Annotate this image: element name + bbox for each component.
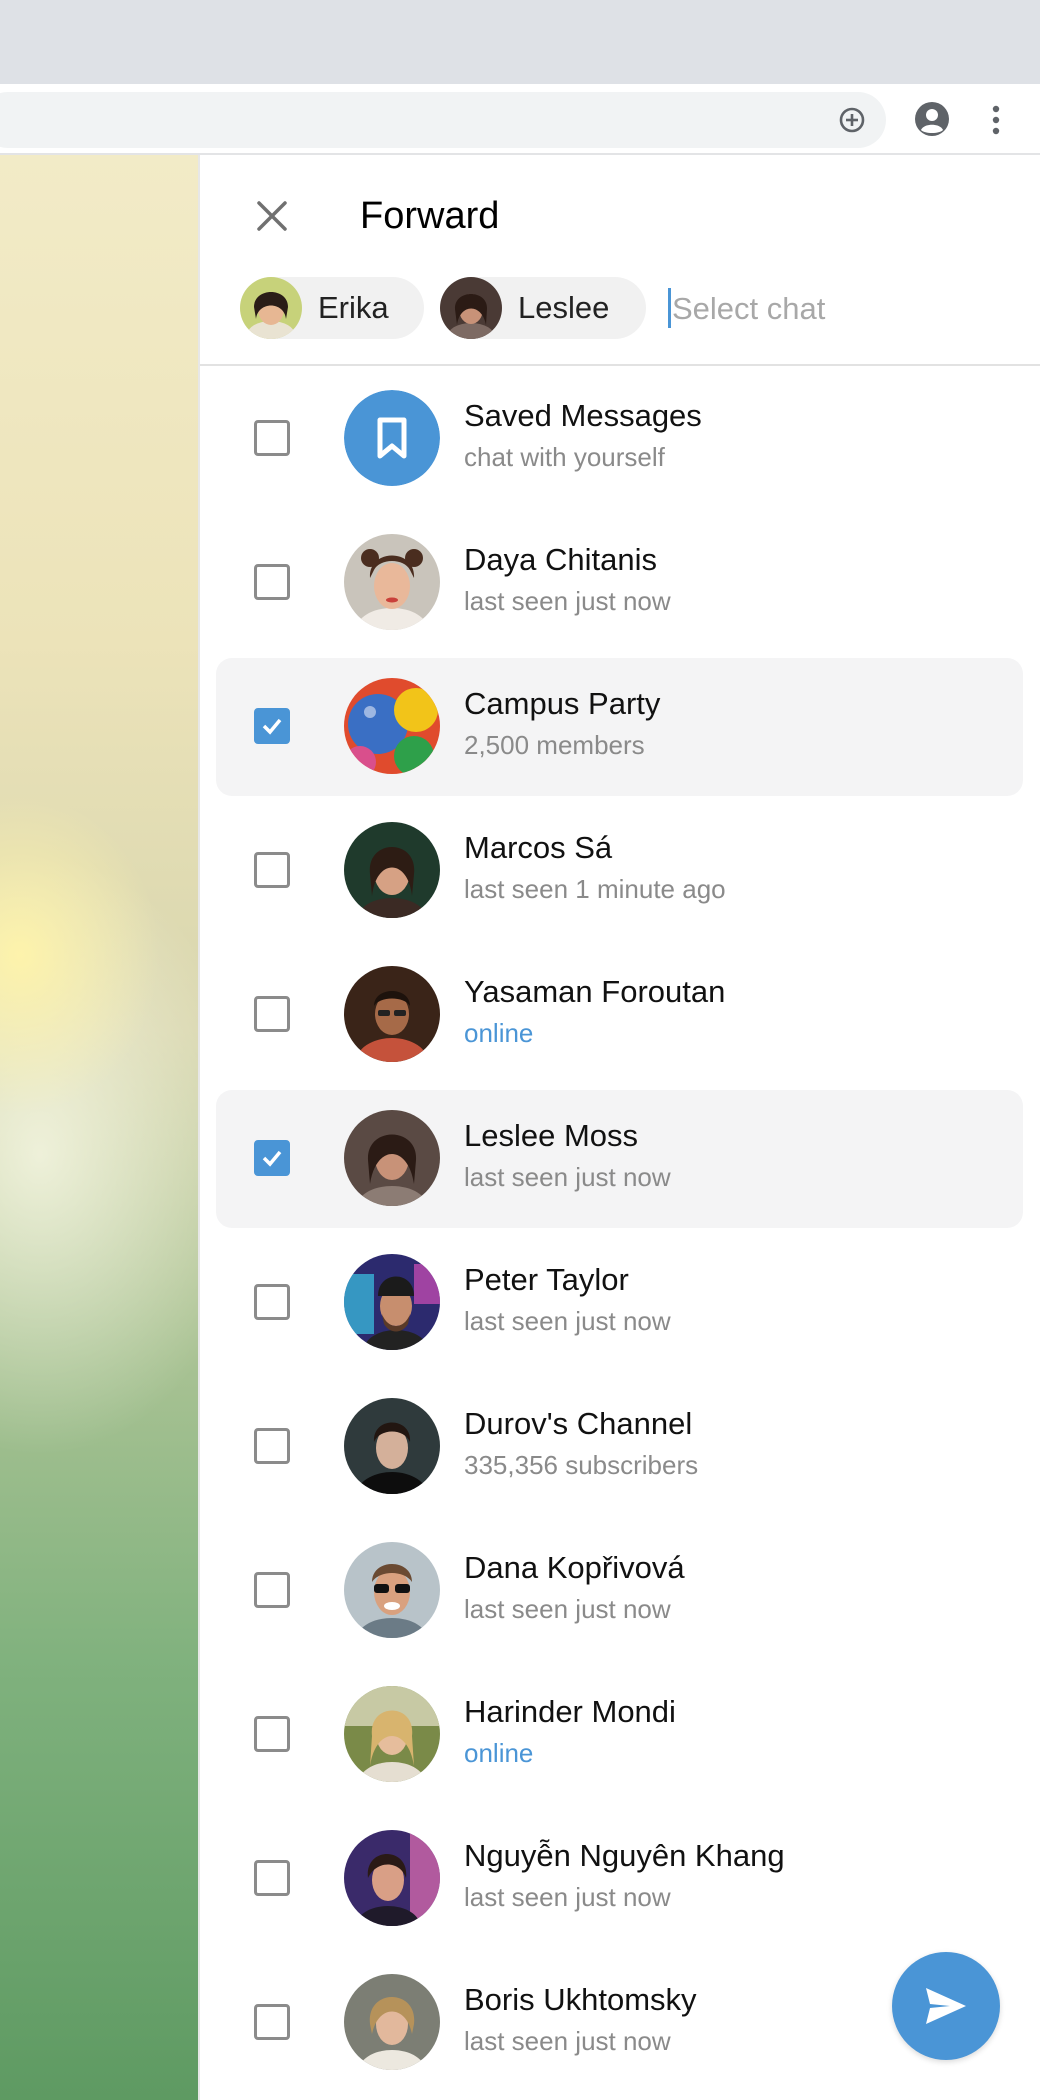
chat-name: Daya Chitanis xyxy=(464,542,657,577)
browser-tab-strip xyxy=(0,0,1040,84)
chat-name: Campus Party xyxy=(464,686,661,721)
checkbox[interactable] xyxy=(254,708,290,744)
checkbox[interactable] xyxy=(254,996,290,1032)
chat-status: 335,356 subscribers xyxy=(464,1450,699,1480)
send-icon xyxy=(926,1988,966,2024)
list-item[interactable]: Saved Messages chat with yourself xyxy=(200,366,1040,510)
chat-status: last seen just now xyxy=(464,1882,671,1912)
list-item[interactable]: Dana Kopřivová last seen just now xyxy=(200,1518,1040,1662)
chat-name: Boris Ukhtomsky xyxy=(464,1982,697,2017)
list-item[interactable]: Campus Party 2,500 members xyxy=(200,654,1040,798)
checkbox[interactable] xyxy=(254,420,290,456)
chat-name: Peter Taylor xyxy=(464,1262,629,1297)
selected-row-highlight xyxy=(216,658,1023,796)
list-item[interactable]: Harinder Mondi online xyxy=(200,1662,1040,1806)
more-vert-icon[interactable] xyxy=(984,103,1008,137)
chat-status: last seen 1 minute ago xyxy=(464,874,726,904)
selected-chip-erika[interactable]: Erika xyxy=(240,277,424,339)
chat-status: last seen just now xyxy=(464,1306,671,1336)
list-item[interactable]: Durov's Channel 335,356 subscribers xyxy=(200,1374,1040,1518)
chat-name: Leslee Moss xyxy=(464,1118,639,1153)
chat-name: Dana Kopřivová xyxy=(464,1550,685,1585)
profile-icon[interactable] xyxy=(914,101,950,137)
chat-status: last seen just now xyxy=(464,1162,671,1192)
avatar xyxy=(344,1542,440,1638)
chat-name: Durov's Channel xyxy=(464,1406,693,1441)
send-button[interactable] xyxy=(892,1952,1000,2060)
chat-status: online xyxy=(464,1738,534,1768)
chat-status: last seen just now xyxy=(464,1594,671,1624)
avatar xyxy=(344,1830,440,1926)
chat-name: Yasaman Foroutan xyxy=(464,974,726,1009)
chat-status: online xyxy=(464,1018,534,1048)
close-button[interactable] xyxy=(248,192,296,240)
chat-name: Saved Messages xyxy=(464,398,702,433)
avatar xyxy=(440,277,502,339)
select-chat-input[interactable] xyxy=(670,280,1014,338)
checkbox[interactable] xyxy=(254,852,290,888)
address-bar[interactable] xyxy=(0,92,886,148)
chip-label: Erika xyxy=(318,290,389,325)
avatar xyxy=(240,277,302,339)
checkbox[interactable] xyxy=(254,564,290,600)
selected-chip-leslee[interactable]: Leslee xyxy=(440,277,646,339)
selected-row-highlight xyxy=(216,1090,1023,1228)
chat-status: last seen just now xyxy=(464,586,671,616)
avatar xyxy=(344,1686,440,1782)
list-item[interactable]: Peter Taylor last seen just now xyxy=(200,1230,1040,1374)
add-circle-icon[interactable] xyxy=(836,104,868,136)
avatar xyxy=(344,678,440,774)
avatar xyxy=(344,1398,440,1494)
avatar xyxy=(344,966,440,1062)
chat-status: chat with yourself xyxy=(464,442,665,472)
list-item[interactable]: Daya Chitanis last seen just now xyxy=(200,510,1040,654)
chat-status: last seen just now xyxy=(464,2026,671,2056)
avatar xyxy=(344,534,440,630)
chat-status: 2,500 members xyxy=(464,730,645,760)
avatar xyxy=(344,822,440,918)
chat-name: Nguyễn Nguyên Khang xyxy=(464,1838,785,1873)
checkbox[interactable] xyxy=(254,1284,290,1320)
avatar xyxy=(344,1254,440,1350)
chat-list: Saved Messages chat with yourself Daya C… xyxy=(200,366,1040,2094)
chat-name: Harinder Mondi xyxy=(464,1694,676,1729)
checkbox[interactable] xyxy=(254,1428,290,1464)
checkbox[interactable] xyxy=(254,1140,290,1176)
panel-title: Forward xyxy=(360,195,500,237)
list-item[interactable]: Nguyễn Nguyên Khang last seen just now xyxy=(200,1806,1040,1950)
checkbox[interactable] xyxy=(254,2004,290,2040)
avatar xyxy=(344,1974,440,2070)
chat-wallpaper xyxy=(0,155,198,2100)
checkbox[interactable] xyxy=(254,1572,290,1608)
list-item[interactable]: Marcos Sá last seen 1 minute ago xyxy=(200,798,1040,942)
avatar xyxy=(344,390,440,486)
avatar xyxy=(344,1110,440,1206)
checkbox[interactable] xyxy=(254,1860,290,1896)
chat-name: Marcos Sá xyxy=(464,830,613,865)
checkbox[interactable] xyxy=(254,1716,290,1752)
list-item[interactable]: Leslee Moss last seen just now xyxy=(200,1086,1040,1230)
chip-label: Leslee xyxy=(518,290,610,325)
close-icon xyxy=(257,201,287,231)
list-item[interactable]: Yasaman Foroutan online xyxy=(200,942,1040,1086)
